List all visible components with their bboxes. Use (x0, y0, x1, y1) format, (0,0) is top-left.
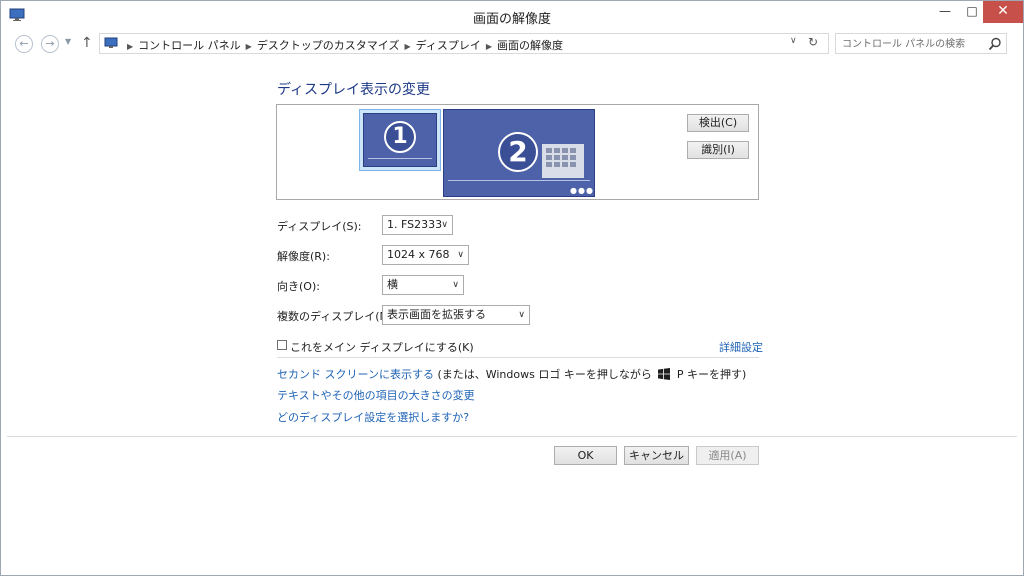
control-panel-icon (104, 37, 118, 48)
monitor-2-dots-icon: ●●● (570, 186, 594, 195)
identify-button[interactable]: 識別(I) (687, 141, 749, 159)
orientation-label: 向き(O): (277, 280, 320, 293)
resolution-label: 解像度(R): (277, 250, 330, 263)
breadcrumb-separator-icon[interactable]: ▶ (404, 42, 410, 51)
window: 画面の解像度 — □ ✕ ← → ▼ ↑ ▶ コントロール パネル ▶ デスクトップの… (0, 0, 1024, 576)
start-screen-icon (542, 144, 584, 178)
display-select[interactable]: 1. FS2333 ∨ (382, 215, 453, 235)
recent-locations-icon[interactable]: ▼ (65, 37, 71, 46)
forward-arrow-icon[interactable]: → (41, 35, 59, 53)
monitor-2-number: 2 (498, 132, 538, 172)
apply-button[interactable]: 適用(A) (696, 446, 759, 465)
make-main-display-checkbox[interactable] (277, 340, 287, 350)
display-label: ディスプレイ(S): (277, 220, 362, 233)
back-arrow-icon[interactable]: ← (15, 35, 33, 53)
breadcrumb-screen-resolution[interactable]: 画面の解像度 (497, 39, 563, 52)
refresh-icon[interactable]: ↻ (808, 35, 818, 49)
resolution-select-value: 1024 x 768 (387, 248, 450, 261)
text-size-link[interactable]: テキストやその他の項目の大きさの変更 (277, 387, 475, 403)
advanced-settings-link[interactable]: 詳細設定 (719, 339, 763, 355)
display-select-value: 1. FS2333 (387, 218, 443, 231)
second-screen-link[interactable]: セカンド スクリーンに表示する (277, 368, 434, 381)
breadcrumb-separator-icon: ▶ (127, 42, 134, 51)
resolution-select[interactable]: 1024 x 768 ∨ (382, 245, 469, 265)
multiple-displays-label: 複数のディスプレイ(M): (277, 310, 398, 323)
monitor-2[interactable]: 2 ●●● (443, 109, 595, 197)
monitor-arrangement-panel: 1 2 ●●● 検出(C) 識別(I) (276, 104, 759, 200)
up-arrow-icon[interactable]: ↑ (81, 35, 93, 51)
footer-divider (7, 436, 1017, 437)
windows-logo-icon (658, 368, 671, 380)
chevron-down-icon: ∨ (518, 310, 525, 320)
divider (277, 357, 759, 358)
breadcrumb-separator-icon[interactable]: ▶ (486, 42, 492, 51)
second-screen-hint-after: P キーを押す) (673, 368, 747, 381)
window-title: 画面の解像度 (472, 12, 551, 27)
multiple-displays-select-value: 表示画面を拡張する (387, 308, 486, 321)
minimize-button[interactable]: — (931, 1, 959, 23)
address-bar[interactable]: ▶ コントロール パネル ▶ デスクトップのカスタマイズ ▶ ディスプレイ ▶ 画面の解像度 … (99, 33, 829, 54)
navigation-bar: ← → ▼ ↑ ▶ コントロール パネル ▶ デスクトップのカスタマイズ ▶ ディスプレイ… (1, 31, 1023, 57)
search-input[interactable] (840, 36, 984, 52)
maximize-button[interactable]: □ (959, 1, 985, 23)
chevron-down-icon: ∨ (457, 250, 464, 260)
chevron-down-icon: ∨ (441, 220, 448, 230)
monitor-2-taskbar-line (448, 180, 590, 181)
breadcrumb-control-panel[interactable]: コントロール パネル (138, 39, 241, 52)
cancel-button[interactable]: キャンセル (624, 446, 689, 465)
breadcrumb-desktop-customization[interactable]: デスクトップのカスタマイズ (257, 39, 400, 52)
monitor-1[interactable]: 1 (363, 113, 437, 167)
ok-button[interactable]: OK (554, 446, 617, 465)
search-icon[interactable] (988, 37, 1002, 51)
title-bar: 画面の解像度 — □ ✕ (1, 1, 1023, 31)
chevron-down-icon: ∨ (452, 280, 459, 290)
breadcrumb: ▶ コントロール パネル ▶ デスクトップのカスタマイズ ▶ ディスプレイ ▶ 画面の解像度 (122, 37, 563, 53)
orientation-select-value: 横 (387, 278, 398, 291)
address-dropdown-icon[interactable]: ∨ (790, 36, 797, 46)
close-button[interactable]: ✕ (983, 1, 1023, 23)
breadcrumb-display[interactable]: ディスプレイ (416, 39, 481, 52)
page-title: ディスプレイ表示の変更 (277, 82, 431, 98)
monitor-1-taskbar-line (368, 158, 432, 159)
multiple-displays-select[interactable]: 表示画面を拡張する ∨ (382, 305, 530, 325)
second-screen-hint-before: (または、Windows ロゴ キーを押しながら (433, 368, 656, 381)
which-display-settings-link[interactable]: どのディスプレイ設定を選択しますか? (277, 409, 469, 425)
breadcrumb-separator-icon[interactable]: ▶ (246, 42, 252, 51)
search-box[interactable] (835, 33, 1007, 54)
make-main-display-label[interactable]: これをメイン ディスプレイにする(K) (290, 339, 474, 355)
monitor-1-number: 1 (384, 121, 416, 153)
orientation-select[interactable]: 横 ∨ (382, 275, 464, 295)
detect-button[interactable]: 検出(C) (687, 114, 749, 132)
second-screen-row: セカンド スクリーンに表示する (または、Windows ロゴ キーを押しながら… (277, 366, 746, 382)
